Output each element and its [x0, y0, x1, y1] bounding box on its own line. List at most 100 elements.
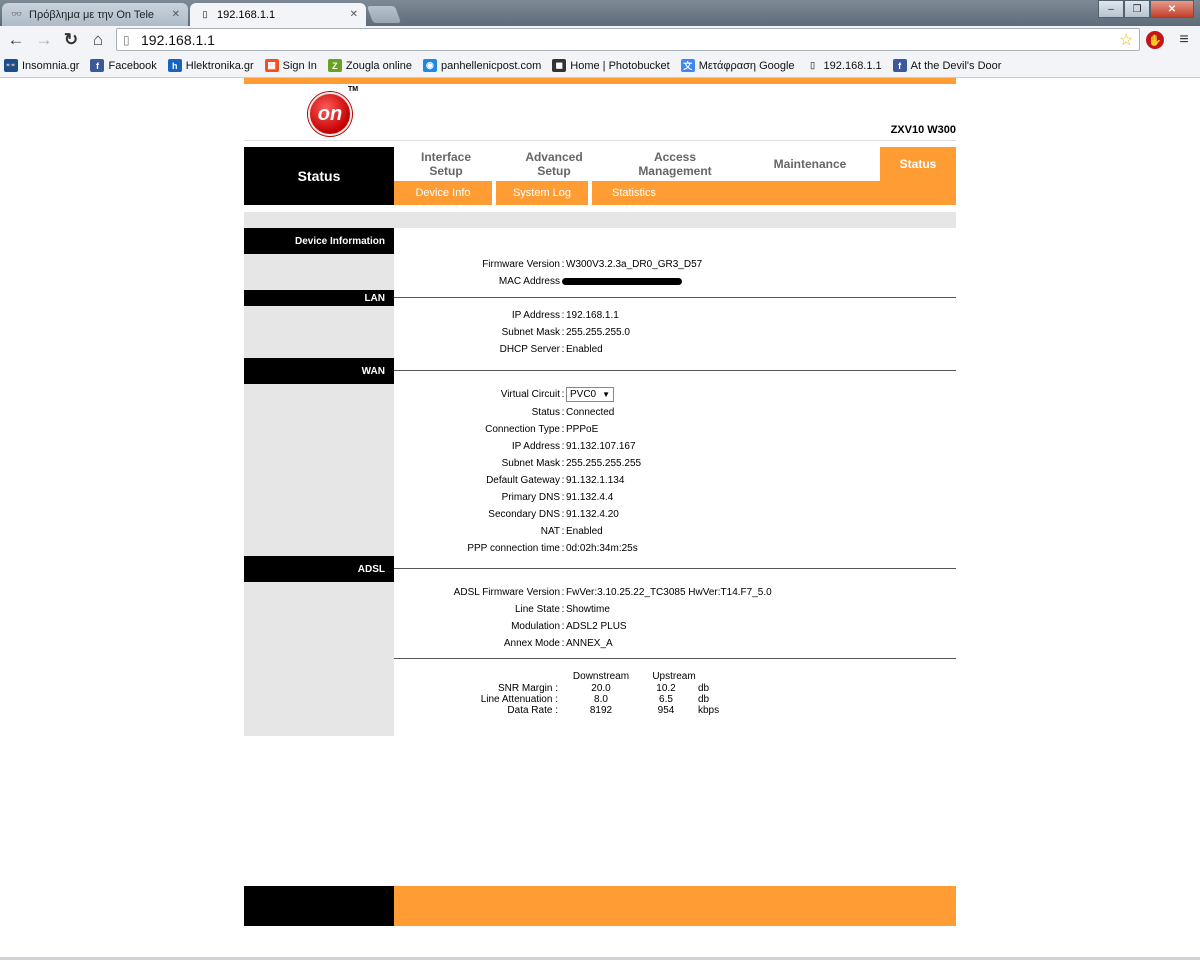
upstream-value: 10.2 [656, 683, 676, 694]
row-label: Annex Mode [503, 638, 560, 649]
info-row: Secondary DNS:91.132.4.20 [394, 506, 956, 523]
h-icon: h [167, 59, 182, 72]
close-icon[interactable]: ✕ [350, 9, 358, 20]
tab-advanced-setup[interactable]: Advanced Setup [498, 147, 610, 181]
stats-header: Downstream Upstream [394, 670, 956, 683]
forward-icon[interactable]: → [34, 30, 54, 50]
tab-insomnia[interactable]: 👓 Πρόβλημα με την On Tele ✕ [2, 3, 188, 26]
row-label: IP Address [511, 441, 560, 452]
bookmark-label: panhellenicpost.com [440, 59, 542, 72]
bookmark-item[interactable]: ▦ Sign In [264, 59, 317, 72]
home-icon[interactable]: ⌂ [88, 30, 108, 50]
reload-icon[interactable]: ↻ [61, 30, 81, 50]
adblock-icon[interactable]: ✋ [1146, 31, 1164, 49]
submenu: Device Info System Log Statistics [394, 181, 956, 205]
tab-access-management[interactable]: Access Management [610, 147, 740, 181]
window-close-button[interactable]: ✕ [1150, 0, 1194, 18]
row-value: 91.132.4.20 [566, 509, 619, 520]
row-value: ANNEX_A [566, 638, 613, 649]
bookmark-label: Hlektronika.gr [185, 59, 254, 72]
info-row: Firmware Version: W300V3.2.3a_DR0_GR3_D5… [394, 256, 956, 273]
divider-line [394, 568, 956, 569]
row-label: Subnet Mask [501, 458, 560, 469]
bookmark-item[interactable]: f Facebook [90, 59, 157, 72]
row-label: ADSL Firmware Version [453, 587, 560, 598]
info-row: Status: Connected [394, 404, 956, 421]
new-tab-button[interactable] [366, 6, 402, 23]
main-navigation: Status Interface Setup Advanced Setup Acce… [244, 140, 956, 205]
menu-label: Advanced Setup [525, 150, 583, 178]
row-label: Secondary DNS [488, 509, 560, 520]
virtual-circuit-select[interactable]: PVC0 ▼ [566, 387, 615, 402]
bookmark-item[interactable]: ▯ 192.168.1.1 [806, 59, 882, 72]
divider-line [394, 370, 956, 371]
select-value: PVC0 [570, 389, 597, 400]
restore-button[interactable]: ❐ [1124, 0, 1150, 18]
section-adsl: ADSL [244, 556, 394, 582]
row-value: Enabled [566, 526, 603, 537]
upstream-value: 6.5 [659, 694, 673, 705]
row-value: Enabled [566, 344, 603, 355]
address-bar[interactable]: ▯ 192.168.1.1 ☆ [116, 28, 1140, 51]
back-icon[interactable]: ← [6, 30, 26, 50]
row-label: NAT [540, 526, 560, 537]
bookmark-item[interactable]: ◉ panhellenicpost.com [422, 59, 542, 72]
bookmark-item[interactable]: h Hlektronika.gr [167, 59, 254, 72]
unit: db [698, 694, 710, 705]
downstream-header: Downstream [572, 671, 630, 682]
row-label: Virtual Circuit [500, 389, 560, 400]
menu-icon[interactable]: ≡ [1176, 31, 1192, 49]
bookmark-label: 192.168.1.1 [823, 59, 882, 72]
tab-maintenance[interactable]: Maintenance [740, 147, 880, 181]
tab-router[interactable]: ▯ 192.168.1.1 ✕ [190, 3, 366, 26]
info-row: ADSL Firmware Version: FwVer:3.10.25.22_T… [394, 584, 956, 601]
bookmark-item[interactable]: f At the Devil's Door [892, 59, 1001, 72]
upstream-value: 954 [657, 705, 675, 716]
row-label: Subnet Mask [501, 327, 560, 338]
submenu-device-info[interactable]: Device Info [394, 181, 492, 205]
section-lan: LAN [244, 290, 394, 306]
url-text[interactable]: 192.168.1.1 [141, 32, 1119, 48]
stats-label: Line Attenuation : [480, 694, 558, 705]
close-icon[interactable]: ✕ [172, 9, 180, 20]
tab-strip: 👓 Πρόβλημα με την On Tele ✕ ▯ 192.168.1.… [0, 0, 1200, 26]
info-row: IP Address:91.132.107.167 [394, 438, 956, 455]
star-icon[interactable]: ☆ [1119, 30, 1139, 50]
bookmark-label: Insomnia.gr [22, 59, 80, 72]
tab-status[interactable]: Status [880, 147, 956, 181]
row-label: Line State [514, 604, 560, 615]
menu-label: Status [899, 157, 937, 171]
bookmark-label: Zougla online [345, 59, 412, 72]
model-name: ZXV10 W300 [890, 124, 956, 136]
row-value: 192.168.1.1 [566, 310, 619, 321]
info-row: Annex Mode: ANNEX_A [394, 635, 956, 652]
row-label: DHCP Server [499, 344, 560, 355]
downstream-value: 8.0 [594, 694, 608, 705]
info-row: Subnet Mask:255.255.255.0 [394, 324, 956, 341]
facebook-icon: f [892, 59, 907, 72]
camera-icon: ◼ [552, 59, 567, 72]
bookmark-item[interactable]: 👓 Insomnia.gr [4, 59, 79, 72]
submenu-statistics[interactable]: Statistics [592, 181, 676, 205]
submenu-system-log[interactable]: System Log [496, 181, 588, 205]
window-controls: – ❐ ✕ [1098, 0, 1194, 18]
row-label: MAC Address [498, 276, 560, 287]
info-row: Default Gateway:91.132.1.134 [394, 472, 956, 489]
unit: db [698, 683, 710, 694]
stats-label: SNR Margin : [497, 683, 558, 694]
bookmark-item[interactable]: ◼ Home | Photobucket [552, 59, 670, 72]
row-value: 255.255.255.0 [566, 327, 630, 338]
info-row: PPP connection time:0d:02h:34m:25s [394, 540, 956, 557]
row-value: ADSL2 PLUS [566, 621, 627, 632]
tab-interface-setup[interactable]: Interface Setup [394, 147, 498, 181]
row-label: Status [531, 407, 560, 418]
row-label: Primary DNS [501, 492, 560, 503]
minimize-button[interactable]: – [1098, 0, 1124, 18]
facebook-icon: f [90, 59, 105, 72]
unit: kbps [698, 705, 720, 716]
bookmark-item[interactable]: Z Zougla online [327, 59, 412, 72]
bookmark-item[interactable]: 文 Μετάφραση Google [680, 59, 795, 72]
windows-icon: ▦ [264, 59, 279, 72]
translate-icon: 文 [680, 59, 695, 72]
row-value: 91.132.4.4 [566, 492, 614, 503]
